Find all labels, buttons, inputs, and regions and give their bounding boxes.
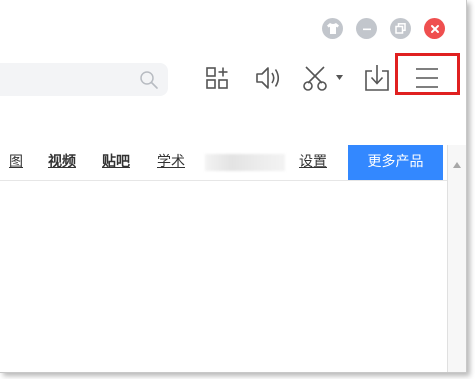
minimize-icon[interactable] <box>356 18 377 39</box>
browser-window: 图 视频 贴吧 学术 设置 更多产品 <box>0 0 467 373</box>
tshirt-icon[interactable] <box>322 18 343 39</box>
apps-add-icon[interactable] <box>205 64 231 92</box>
scrollbar[interactable] <box>447 145 466 372</box>
blurred-link <box>205 154 285 171</box>
close-icon[interactable] <box>424 18 445 39</box>
search-icon[interactable] <box>139 70 159 94</box>
restore-icon[interactable] <box>390 18 411 39</box>
download-icon[interactable] <box>364 64 390 92</box>
speaker-icon[interactable] <box>254 64 282 92</box>
highlight-box <box>395 53 460 95</box>
nav-link-image[interactable]: 图 <box>9 145 23 180</box>
nav-link-tieba[interactable]: 贴吧 <box>102 145 130 180</box>
title-bar <box>0 0 466 48</box>
nav-link-settings[interactable]: 设置 <box>299 145 327 180</box>
more-products-button[interactable]: 更多产品 <box>348 145 443 180</box>
scroll-up-arrow-icon[interactable] <box>453 153 461 172</box>
nav-link-scholar[interactable]: 学术 <box>157 145 185 180</box>
address-bar[interactable] <box>0 63 168 96</box>
nav-link-video[interactable]: 视频 <box>48 145 76 180</box>
nav-bar: 图 视频 贴吧 学术 设置 更多产品 <box>0 145 447 181</box>
scissors-icon[interactable] <box>302 64 346 92</box>
